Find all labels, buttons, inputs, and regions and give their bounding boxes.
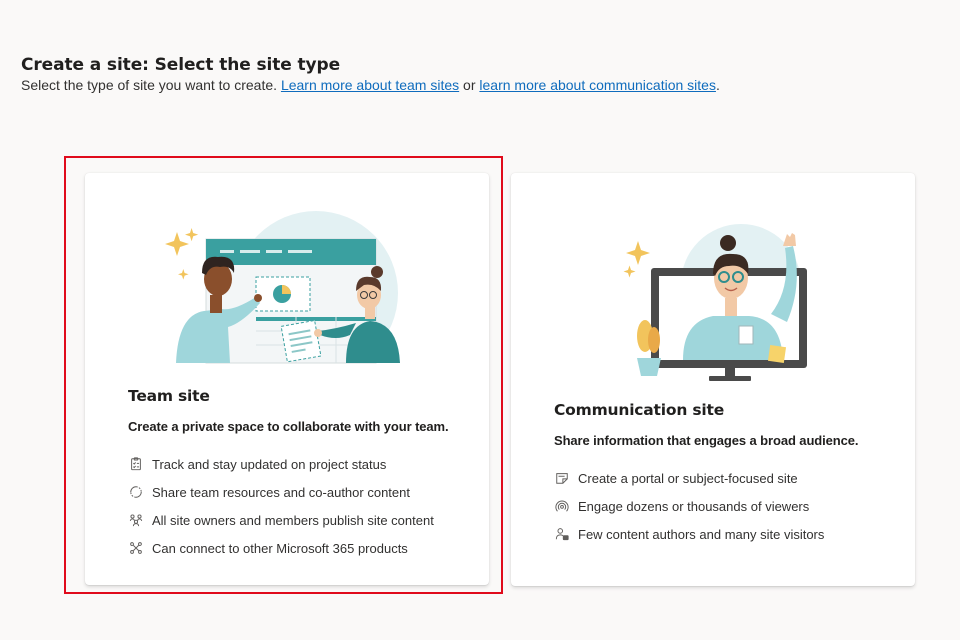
team-site-description: Create a private space to collaborate wi… xyxy=(128,419,449,434)
page-title: Create a site: Select the site type xyxy=(21,55,341,75)
team-site-title: Team site xyxy=(128,387,210,405)
feature-label: All site owners and members publish site… xyxy=(152,512,434,528)
people-network-icon xyxy=(128,512,144,528)
list-item: Share team resources and co-author conte… xyxy=(128,478,434,506)
feature-label: Can connect to other Microsoft 365 produ… xyxy=(152,540,408,556)
sync-circle-icon xyxy=(128,484,144,500)
list-item: Engage dozens or thousands of viewers xyxy=(554,492,824,520)
subtitle-text: Select the type of site you want to crea… xyxy=(21,77,281,93)
communication-site-feature-list: Create a portal or subject-focused site … xyxy=(554,464,824,548)
page-header: Create a site: Select the site type Sele… xyxy=(21,54,941,94)
note-edit-icon xyxy=(554,470,570,486)
page-subtitle: Select the type of site you want to crea… xyxy=(21,76,941,94)
communication-site-card[interactable]: Communication site Share information tha… xyxy=(511,173,915,586)
subtitle-connector: or xyxy=(459,77,480,93)
feature-label: Share team resources and co-author conte… xyxy=(152,484,410,500)
broadcast-icon xyxy=(554,498,570,514)
communication-site-illustration xyxy=(623,224,807,381)
list-item: Track and stay updated on project status xyxy=(128,450,434,478)
team-site-illustration xyxy=(160,211,420,373)
team-site-card[interactable]: Team site Create a private space to coll… xyxy=(85,173,489,585)
feature-label: Engage dozens or thousands of viewers xyxy=(578,498,810,514)
communication-site-title: Communication site xyxy=(554,401,725,419)
subtitle-period: . xyxy=(715,77,720,93)
feature-label: Few content authors and many site visito… xyxy=(578,526,825,542)
person-feedback-icon xyxy=(554,526,570,542)
connector-icon xyxy=(128,540,144,556)
learn-more-communication-sites-link[interactable]: learn more about communication sites xyxy=(479,77,716,93)
learn-more-team-sites-link[interactable]: Learn more about team sites xyxy=(281,77,459,93)
list-item: Few content authors and many site visito… xyxy=(554,520,824,548)
team-site-feature-list: Track and stay updated on project status… xyxy=(128,450,434,562)
checklist-icon xyxy=(128,456,144,472)
feature-label: Track and stay updated on project status xyxy=(152,456,387,472)
list-item: Create a portal or subject-focused site xyxy=(554,464,824,492)
feature-label: Create a portal or subject-focused site xyxy=(578,470,798,486)
list-item: All site owners and members publish site… xyxy=(128,506,434,534)
communication-site-description: Share information that engages a broad a… xyxy=(554,433,859,448)
list-item: Can connect to other Microsoft 365 produ… xyxy=(128,534,434,562)
